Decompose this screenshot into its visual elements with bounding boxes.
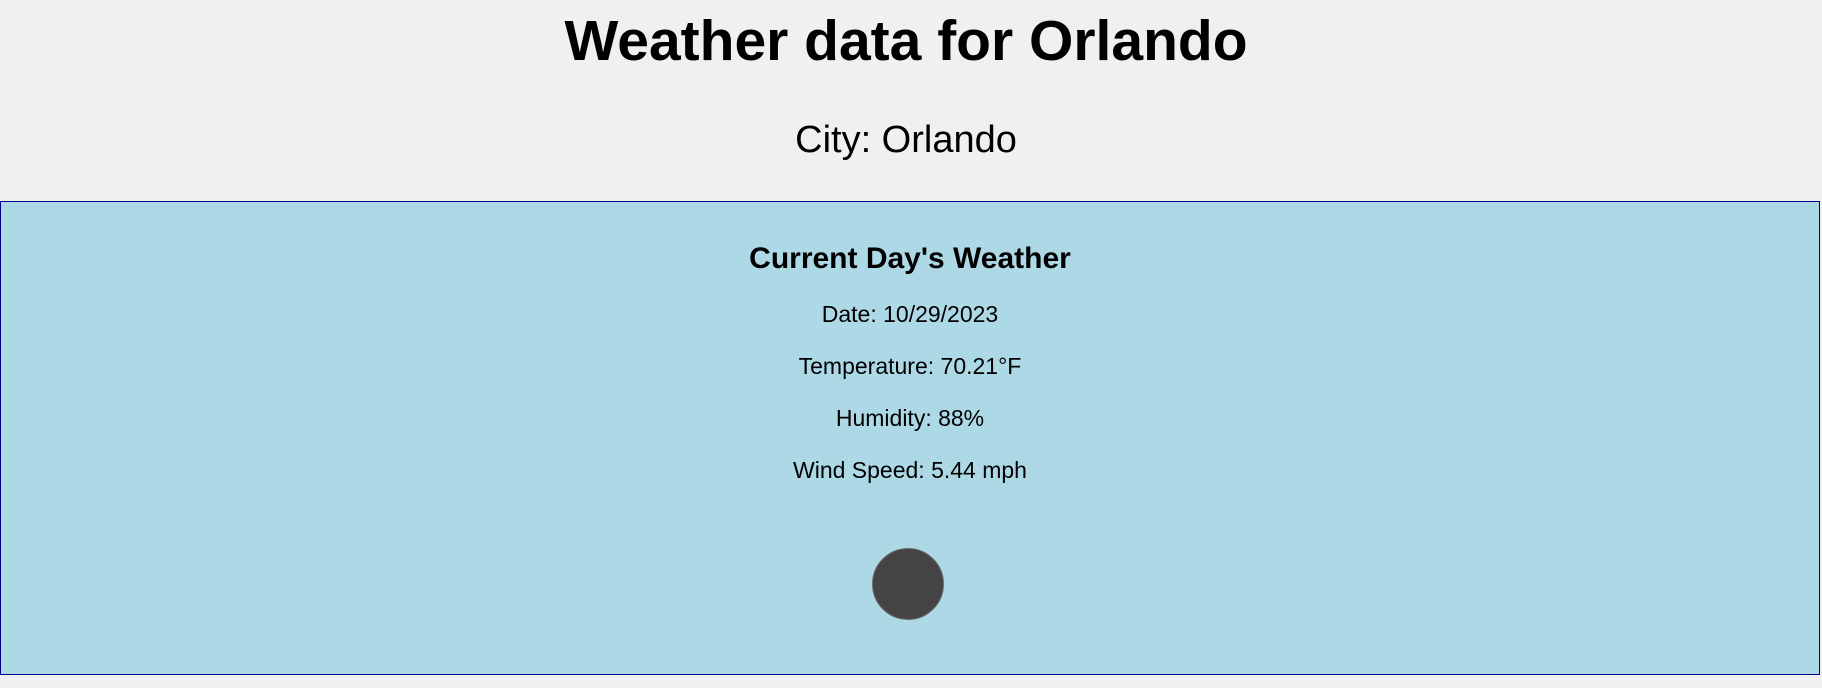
current-weather-card: Current Day's Weather Date: 10/29/2023 T…	[0, 201, 1820, 675]
weather-temperature: Temperature: 70.21°F	[798, 353, 1022, 379]
page-title: Weather data for Orlando	[564, 9, 1248, 73]
weather-wind-speed: Wind Speed: 5.44 mph	[793, 457, 1027, 483]
current-weather-heading: Current Day's Weather	[749, 242, 1071, 275]
weather-icon	[872, 548, 944, 620]
city-name: City: Orlando	[795, 119, 1017, 161]
weather-date: Date: 10/29/2023	[821, 301, 999, 327]
weather-humidity: Humidity: 88%	[835, 405, 985, 431]
